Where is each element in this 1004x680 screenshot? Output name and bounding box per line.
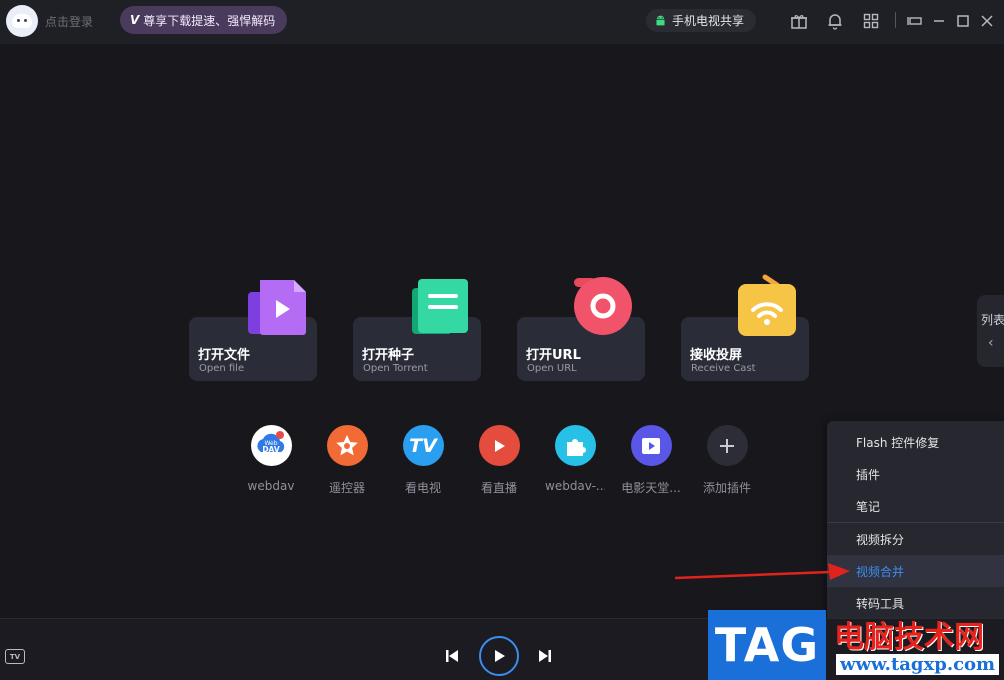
title-bar: 点击登录 V 尊享下载提速、强悍解码 手机电视共享: [0, 0, 1004, 44]
previous-track-icon[interactable]: [444, 648, 460, 664]
minimize-icon[interactable]: [929, 11, 949, 31]
remote-star-icon: [326, 425, 368, 466]
plugin-label: 遥控器: [328, 481, 365, 495]
card-subtitle: Open file: [199, 363, 245, 374]
plugin-label: 看直播: [480, 481, 517, 495]
plugin-label: 电影天堂...: [621, 481, 681, 495]
play-button[interactable]: [479, 636, 519, 676]
avatar[interactable]: [6, 5, 38, 37]
tv-icon-text: TV: [409, 434, 437, 457]
plugin-label: webdav: [247, 479, 295, 493]
close-icon[interactable]: [977, 11, 997, 31]
plugin-label: 添加插件: [702, 481, 751, 495]
card-subtitle: Receive Cast: [691, 363, 756, 374]
webdav-icon: Web DAV: [250, 425, 292, 466]
card-subtitle: Open Torrent: [363, 363, 428, 374]
tv-icon: TV: [402, 425, 444, 466]
plugin-label: 看电视: [404, 481, 441, 495]
play-icon: [495, 650, 505, 662]
card-subtitle: Open URL: [527, 363, 577, 374]
mini-mode-icon[interactable]: [905, 11, 925, 31]
puzzle-icon: [554, 425, 596, 466]
vip-banner-label: 尊享下载提速、强悍解码: [143, 13, 276, 28]
watermark-tag-logo: TAG: [708, 610, 826, 680]
menu-item-video-split[interactable]: 视频拆分: [827, 523, 1004, 555]
gift-icon[interactable]: [789, 11, 809, 31]
next-track-icon[interactable]: [537, 648, 553, 664]
chevron-left-icon: ‹: [988, 335, 994, 351]
card-title: 接收投屏: [690, 348, 743, 363]
playlist-toggle-tab[interactable]: 列表 ‹: [977, 295, 1004, 367]
menu-item-notes[interactable]: 笔记: [827, 490, 1004, 522]
movie-heaven-icon: [630, 425, 672, 466]
open-url-icon: [574, 277, 632, 335]
receive-cast-icon: [738, 274, 796, 336]
open-file-icon: [248, 280, 306, 335]
menu-item-video-merge[interactable]: 视频合并: [827, 555, 1004, 587]
bell-icon[interactable]: [825, 11, 845, 31]
plugin-movie-heaven[interactable]: 电影天堂...: [621, 425, 681, 496]
card-title: 打开URL: [526, 348, 581, 363]
watermark-site-name: 电脑技术网: [834, 620, 984, 655]
phone-tv-share-label: 手机电视共享: [672, 14, 745, 28]
plugin-watch-tv[interactable]: TV 看电视: [393, 425, 453, 496]
live-play-icon: [478, 425, 520, 466]
site-watermark: TAG 电脑技术网 www.tagxp.com: [708, 610, 1004, 680]
svg-text:DAV: DAV: [262, 445, 280, 454]
add-plugin-button[interactable]: 添加插件: [697, 425, 757, 496]
plugin-live[interactable]: 看直播: [469, 425, 529, 496]
playlist-tab-label: 列表: [981, 313, 1004, 327]
menu-item-flash-repair[interactable]: Flash 控件修复: [827, 426, 1004, 458]
maximize-icon[interactable]: [953, 11, 973, 31]
menu-item-plugins[interactable]: 插件: [827, 458, 1004, 490]
plugin-webdav-2[interactable]: webdav-...: [545, 425, 605, 493]
titlebar-divider: [895, 12, 896, 28]
vip-logo-icon: V: [130, 13, 140, 27]
watermark-url: www.tagxp.com: [836, 654, 1000, 675]
avatar-face-icon: [12, 14, 32, 28]
plugin-remote[interactable]: 遥控器: [317, 425, 377, 496]
open-torrent-icon: [412, 279, 468, 334]
tv-mode-icon[interactable]: TV: [5, 649, 25, 664]
apps-icon[interactable]: [861, 11, 881, 31]
card-title: 打开文件: [198, 348, 251, 363]
android-icon: [656, 15, 665, 26]
plugin-label: webdav-...: [545, 479, 605, 493]
vip-banner-button[interactable]: V 尊享下载提速、强悍解码: [120, 6, 287, 34]
plugin-webdav[interactable]: Web DAV webdav: [241, 425, 301, 493]
card-title: 打开种子: [362, 348, 415, 363]
login-link[interactable]: 点击登录: [45, 13, 93, 30]
phone-tv-share-button[interactable]: 手机电视共享: [646, 9, 756, 32]
plus-icon: [706, 425, 748, 466]
